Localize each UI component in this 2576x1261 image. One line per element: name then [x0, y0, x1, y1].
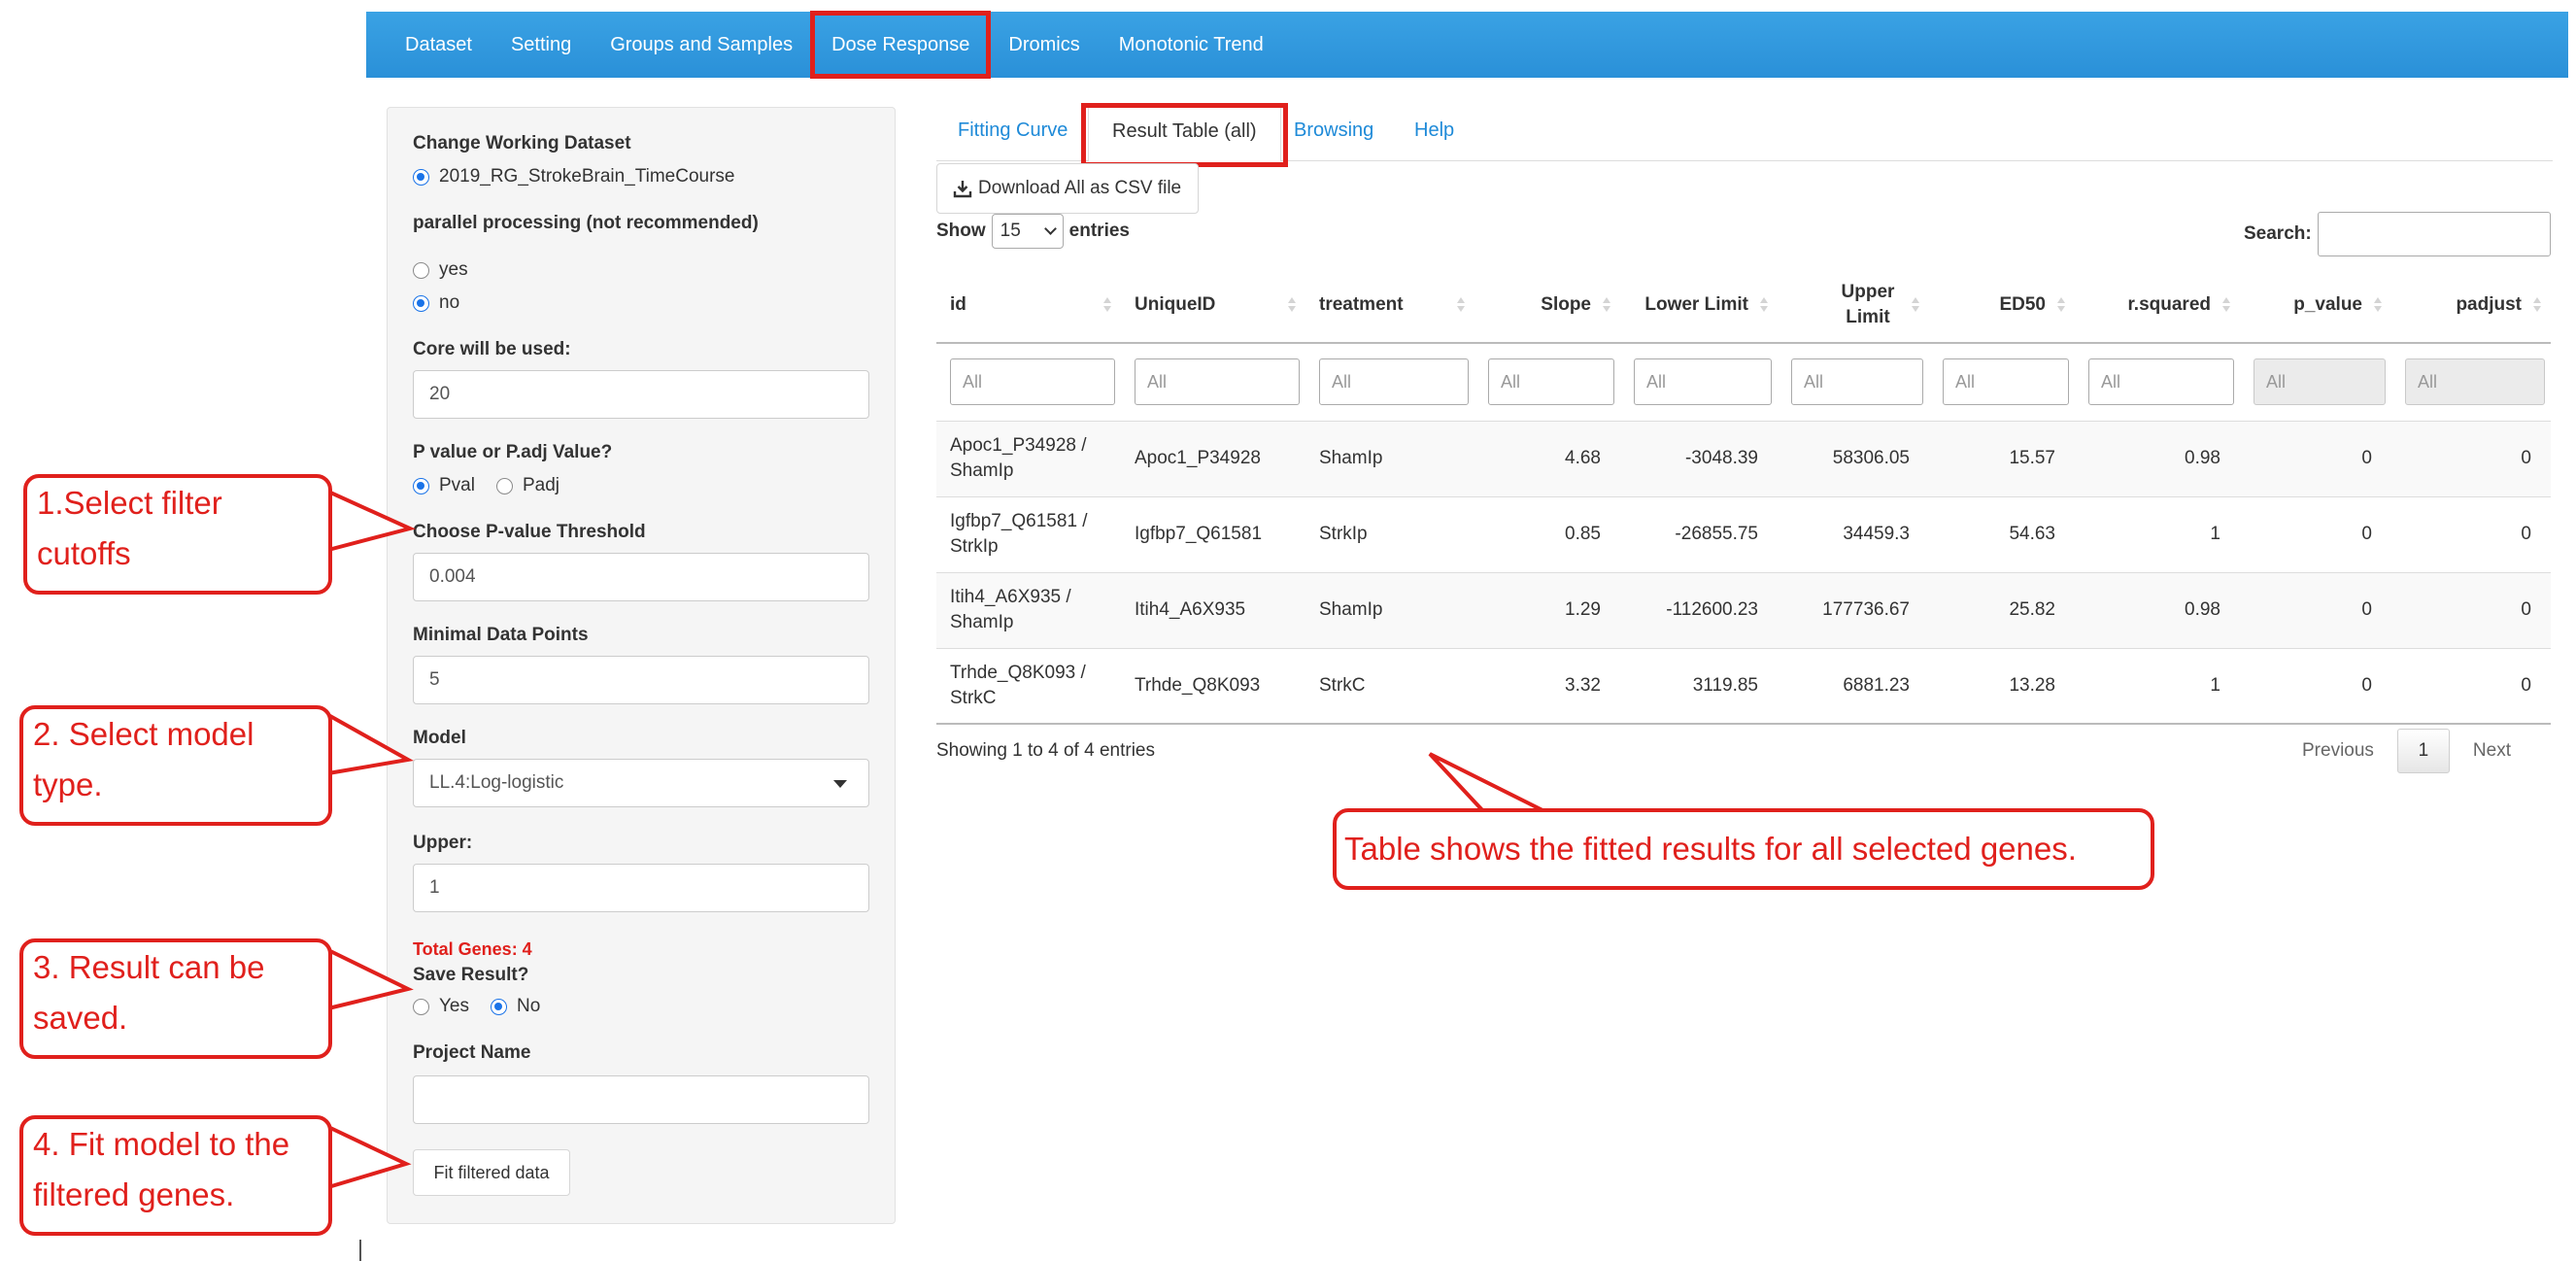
callout-step-3: 3. Result can be saved. — [19, 938, 332, 1059]
callout-tail — [327, 713, 414, 775]
callout-step-1: 1.Select filter cutoffs — [23, 474, 332, 595]
callout-step-4: 4. Fit model to the filtered genes. — [19, 1115, 332, 1236]
callout-tail — [327, 948, 414, 1010]
callout-tail — [1428, 752, 1547, 814]
callout-tail — [327, 490, 416, 552]
callout-step-2: 2. Select model type. — [19, 705, 332, 826]
callout-table-explanation: Table shows the fitted results for all s… — [1333, 808, 2154, 890]
text-cursor — [359, 1240, 361, 1261]
annotation-arrows — [327, 490, 1547, 1189]
callout-tail — [327, 1125, 412, 1189]
